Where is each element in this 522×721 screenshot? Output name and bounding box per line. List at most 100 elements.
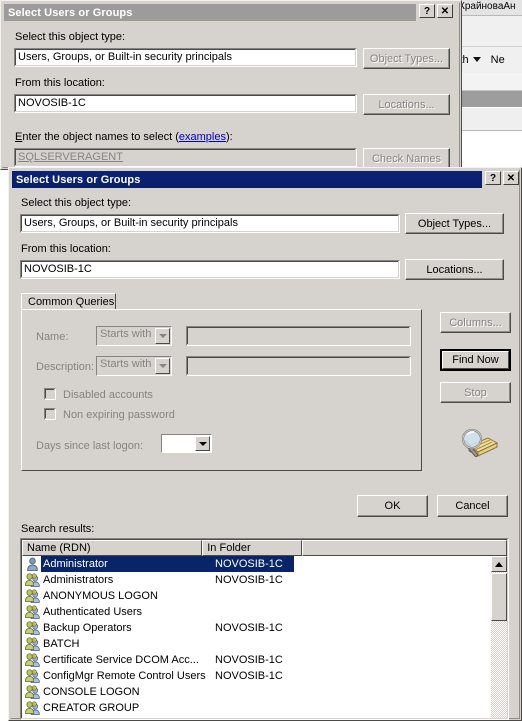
row-name: ANONYMOUS LOGON	[43, 590, 158, 602]
name-condition-dropdown[interactable]: Starts with	[96, 326, 172, 346]
location-value: NOVOSIB-1C	[24, 263, 92, 275]
row-name: Administrator	[43, 558, 108, 570]
close-button[interactable]: ✕	[503, 171, 519, 185]
check-names-button[interactable]: Check Names	[363, 148, 450, 169]
stop-button-label: Stop	[464, 386, 487, 399]
location-field[interactable]: NOVOSIB-1C	[14, 94, 357, 113]
vertical-scrollbar[interactable]	[491, 556, 507, 718]
table-row[interactable]: Certificate Service DCOM Acc... NOVOSIB-1…	[22, 652, 507, 668]
list-rows-container[interactable]: Administrator NOVOSIB-1C Administrators NOV…	[22, 556, 507, 718]
cancel-button[interactable]: Cancel	[437, 495, 508, 517]
object-names-field[interactable]: SQLSERVERAGENT	[14, 148, 357, 167]
group-icon	[25, 701, 40, 715]
search-results-label: Search results:	[21, 523, 95, 535]
column-header-in-folder[interactable]: In Folder	[202, 540, 302, 556]
table-row[interactable]: Backup Operators NOVOSIB-1C	[22, 620, 507, 636]
locations-button[interactable]: Locations...	[363, 94, 450, 115]
object-types-button-label: Object Types...	[417, 217, 492, 230]
select-users-or-groups-dialog-active[interactable]: Select Users or Groups ? ✕ Select this o…	[8, 167, 522, 721]
object-names-label-text: nter the object names to select (	[22, 131, 179, 143]
group-icon	[25, 605, 40, 619]
object-names-label-tail: ):	[225, 131, 233, 143]
name-value-field[interactable]	[186, 326, 411, 346]
locations-button-label: Locations...	[378, 98, 435, 111]
table-row[interactable]: BATCH	[22, 636, 507, 652]
group-icon	[25, 573, 40, 587]
row-in-folder: NOVOSIB-1C	[215, 574, 283, 586]
ok-button[interactable]: OK	[357, 495, 428, 517]
group-icon	[25, 669, 40, 683]
object-names-label: Enter the object names to select (exampl…	[15, 131, 233, 143]
search-magnifier-icon	[456, 426, 500, 462]
disabled-accounts-checkbox[interactable]	[44, 388, 56, 400]
row-name: BATCH	[43, 638, 80, 650]
non-expiring-password-checkbox[interactable]	[44, 408, 56, 420]
object-type-field[interactable]: Users, Groups, or Built-in security prin…	[20, 214, 400, 233]
background-selected-row	[456, 91, 522, 107]
help-button[interactable]: ?	[419, 4, 435, 18]
table-row[interactable]: CONSOLE LOGON	[22, 684, 507, 700]
chevron-down-icon[interactable]	[155, 328, 170, 344]
object-types-button[interactable]: Object Types...	[363, 48, 450, 69]
dialog-titlebar-active[interactable]: Select Users or Groups	[12, 171, 482, 188]
chevron-down-icon[interactable]	[155, 358, 170, 374]
object-type-label: Select this object type:	[15, 31, 126, 43]
background-window-title: КрайноваАн	[456, 0, 522, 15]
tab-common-queries-label: Common Queries	[28, 296, 115, 308]
scroll-up-button[interactable]	[491, 556, 507, 572]
table-row[interactable]: Administrator NOVOSIB-1C	[22, 556, 507, 572]
description-value-field[interactable]	[186, 356, 411, 376]
location-value: NOVOSIB-1C	[18, 97, 86, 109]
row-name: Certificate Service DCOM Acc...	[43, 654, 199, 666]
table-row[interactable]: ConfigMgr Remote Control Users NOVOSIB-1C	[22, 668, 507, 684]
object-type-value: Users, Groups, or Built-in security prin…	[18, 51, 232, 63]
table-row[interactable]: Administrators NOVOSIB-1C	[22, 572, 507, 588]
object-types-button[interactable]: Object Types...	[405, 213, 504, 234]
row-in-folder: NOVOSIB-1C	[215, 558, 283, 570]
object-names-value: SQLSERVERAGENT	[18, 151, 123, 163]
chevron-down-icon[interactable]	[195, 436, 210, 451]
object-type-field[interactable]: Users, Groups, or Built-in security prin…	[14, 48, 357, 67]
dialog-titlebar-inactive[interactable]: Select Users or Groups	[4, 4, 416, 21]
table-row[interactable]: Authenticated Users	[22, 604, 507, 620]
table-row[interactable]: ANONYMOUS LOGON	[22, 588, 507, 604]
examples-link[interactable]: examples	[179, 131, 226, 143]
location-field[interactable]: NOVOSIB-1C	[20, 260, 400, 279]
close-button[interactable]: ✕	[437, 4, 453, 18]
name-condition-value: Starts with	[100, 328, 152, 340]
group-icon	[25, 685, 40, 699]
group-icon	[25, 637, 40, 651]
table-row[interactable]: CREATOR GROUP	[22, 700, 507, 716]
cancel-button-label: Cancel	[455, 500, 490, 512]
background-toolbar-new-text: Ne	[490, 54, 505, 66]
row-in-folder: NOVOSIB-1C	[215, 670, 283, 682]
name-label: Name:	[36, 331, 69, 343]
columns-button-label: Columns...	[449, 316, 502, 329]
row-name: ConfigMgr Remote Control Users	[43, 670, 206, 682]
locations-button[interactable]: Locations...	[405, 259, 504, 280]
group-icon	[25, 653, 40, 667]
columns-button[interactable]: Columns...	[440, 312, 511, 333]
stop-button[interactable]: Stop	[440, 382, 511, 403]
check-names-button-label: Check Names	[371, 152, 442, 165]
scrollbar-thumb[interactable]	[491, 573, 507, 621]
background-toolbar: ith Ne	[456, 46, 522, 74]
find-now-button-label: Find Now	[452, 354, 499, 366]
dialog-title: Select Users or Groups	[16, 173, 141, 186]
background-window-title-text: КрайноваАн	[459, 1, 516, 12]
days-since-last-logon-dropdown[interactable]	[161, 434, 212, 453]
row-name: CONSOLE LOGON	[43, 686, 140, 698]
description-label: Description:	[36, 361, 95, 373]
locations-button-label: Locations...	[426, 263, 483, 276]
find-now-button[interactable]: Find Now	[440, 349, 511, 371]
background-menu-strip	[456, 15, 522, 46]
search-results-list[interactable]: Name (RDN) In Folder Administrator NOVOSI…	[20, 538, 509, 720]
tab-common-queries[interactable]: Common Queries	[21, 293, 116, 310]
description-condition-dropdown[interactable]: Starts with	[96, 356, 172, 376]
titlebar-buttons: ? ✕	[485, 171, 519, 185]
object-types-button-label: Object Types...	[369, 52, 444, 65]
column-header-filler[interactable]	[301, 540, 507, 556]
select-users-or-groups-dialog-background[interactable]: Select Users or Groups ? ✕ Select this o…	[0, 0, 462, 170]
help-button[interactable]: ?	[485, 171, 501, 185]
column-header-name[interactable]: Name (RDN)	[22, 540, 203, 556]
